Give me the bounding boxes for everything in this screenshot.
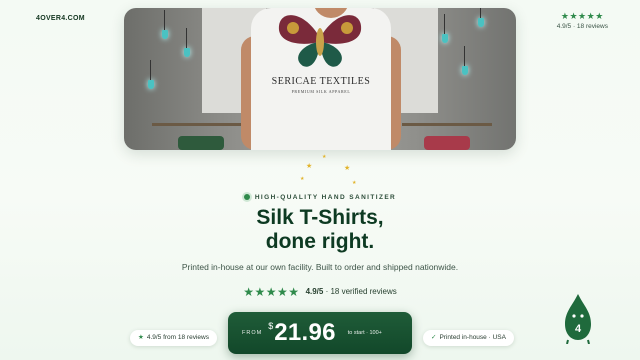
reviews-summary[interactable]: ★★★★★ 4.9/5 · 18 verified reviews [0,285,640,299]
mascot-label: 4 [575,323,582,335]
pillow-green [178,136,224,150]
top-rating-text: 4.9/5 · 18 reviews [556,23,608,30]
review-count: · 18 verified reviews [325,287,397,297]
star-icon: ★ [138,334,144,341]
pendant-lamp-icon [478,8,484,27]
shirt-print-brand: SERICAE TEXTILES [271,76,371,87]
check-icon: ✓ [431,334,437,341]
review-score: 4.9/5 [305,287,324,297]
top-rating: ★★★★★ 4.9/5 · 18 reviews [557,11,608,30]
origin-chip-label: Printed in-house · USA [439,334,506,341]
pendant-lamp-icon [184,28,190,57]
pendant-lamp-icon [162,10,168,39]
eyebrow-text: HIGH-QUALITY HAND SANITIZER [254,194,397,201]
review-stars-icon: ★★★★★ [243,285,300,299]
pillow-pink [424,136,470,150]
price-from-label: FROM [242,330,263,336]
model-person: SERICAE TEXTILES PREMIUM SILK APPAREL [241,8,401,150]
brand-logo[interactable]: 4OVER4.COM [36,15,85,22]
sparkle-icon: ★ [306,163,313,170]
hero-image: SERICAE TEXTILES PREMIUM SILK APPAREL [124,8,516,150]
price-cta-button[interactable]: FROM $ 21.96 to start · 100+ [228,312,412,354]
sparkle-icon: ★ [300,176,305,182]
status-dot-icon [243,194,250,201]
origin-chip[interactable]: ✓ Printed in-house · USA [423,330,514,346]
pendant-lamp-icon [462,46,468,75]
page-subtitle: Printed in-house at our own facility. Bu… [181,262,459,272]
rating-stars-icon: ★★★★★ [560,11,604,21]
rating-chip-label: 4.9/5 from 18 reviews [146,334,209,341]
pendant-lamp-icon [442,14,448,43]
shirt-print-tagline: PREMIUM SILK APPAREL [291,89,351,94]
sparkle-icon: ★ [352,180,357,186]
price-currency: $ [268,321,274,331]
rating-chip[interactable]: ★ 4.9/5 from 18 reviews [130,330,217,346]
page-title: Silk T-Shirts, done right. [0,206,640,254]
price-tail: to start · 100+ [347,330,382,336]
mascot-drop-icon[interactable]: 4 [562,292,594,344]
title-line-1: Silk T-Shirts, [256,206,384,229]
sparkle-icon: ★ [322,154,327,160]
title-line-2: done right. [265,230,375,253]
eyebrow: HIGH-QUALITY HAND SANITIZER [0,194,640,201]
pendant-lamp-icon [148,60,154,89]
price-amount: 21.96 [274,319,336,346]
butterfly-icon [278,15,362,67]
sparkle-icon: ★ [344,165,351,172]
